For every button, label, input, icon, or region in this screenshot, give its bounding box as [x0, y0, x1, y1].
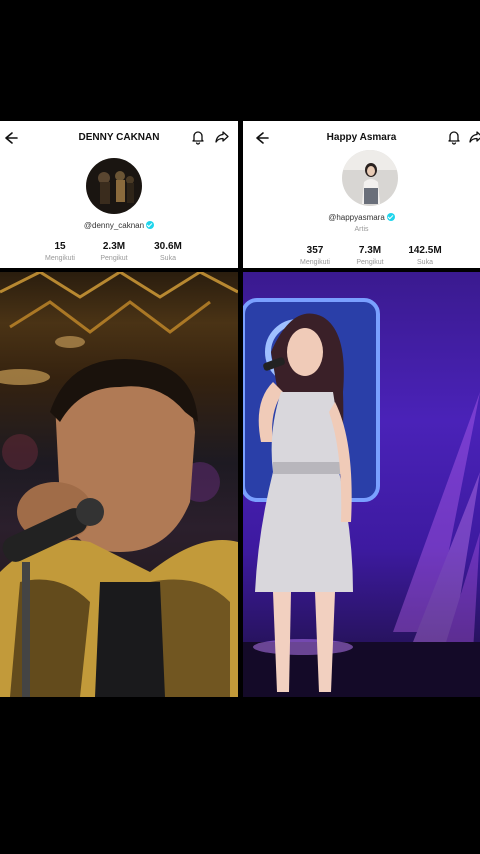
- verified-icon: [146, 221, 155, 229]
- stat-value: 7.3M: [358, 245, 382, 256]
- stat-value: 357: [306, 245, 324, 256]
- profile-handle: @denny_caknan: [0, 221, 238, 230]
- avatar[interactable]: [342, 150, 398, 206]
- bell-icon[interactable]: [446, 129, 462, 145]
- handle-text: @denny_caknan: [83, 221, 145, 230]
- stat-label: Pengikut: [356, 259, 384, 266]
- stat-following[interactable]: 357 Mengikuti: [285, 245, 345, 266]
- stat-followers[interactable]: 2.3M Pengikut: [84, 241, 144, 262]
- stat-followers[interactable]: 7.3M Pengikut: [340, 245, 400, 266]
- right-video-frame[interactable]: [243, 272, 480, 697]
- stat-value: 15: [54, 241, 66, 252]
- stat-likes[interactable]: 30.6M Suka: [138, 241, 198, 262]
- stat-value: 2.3M: [102, 241, 126, 252]
- stat-label: Mengikuti: [45, 255, 75, 262]
- stat-value: 142.5M: [408, 245, 442, 256]
- profile-handle: @happyasmara: [243, 213, 480, 222]
- stat-value: 30.6M: [154, 241, 182, 252]
- right-profile-card: Happy Asmara @happyasmara Artis 357 Meng…: [243, 121, 480, 268]
- share-icon[interactable]: [214, 129, 230, 145]
- stat-label: Mengikuti: [300, 259, 330, 266]
- bell-icon[interactable]: [190, 129, 206, 145]
- left-profile-card: DENNY CAKNAN @denny_caknan 15 Mengikuti …: [0, 121, 238, 268]
- stat-label: Suka: [160, 255, 176, 262]
- stat-likes[interactable]: 142.5M Suka: [395, 245, 455, 266]
- profile-category: Artis: [354, 226, 369, 233]
- share-icon[interactable]: [468, 129, 480, 145]
- profile-title: Happy Asmara: [326, 132, 397, 143]
- handle-text: @happyasmara: [328, 213, 385, 222]
- stat-label: Pengikut: [100, 255, 128, 262]
- profile-header: Happy Asmara: [243, 121, 480, 155]
- profile-header: DENNY CAKNAN: [0, 121, 238, 155]
- left-video-frame[interactable]: [0, 272, 238, 697]
- stat-following[interactable]: 15 Mengikuti: [30, 241, 90, 262]
- stat-label: Suka: [417, 259, 433, 266]
- avatar[interactable]: [86, 158, 142, 214]
- verified-icon: [386, 213, 395, 221]
